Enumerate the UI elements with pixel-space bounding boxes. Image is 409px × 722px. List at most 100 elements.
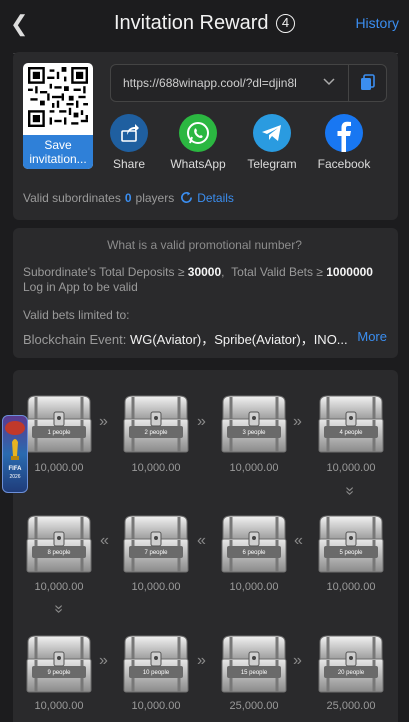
- page-title-text: Invitation Reward: [113, 12, 269, 34]
- chest-label: 6 people: [242, 550, 266, 556]
- chest-icon: [219, 394, 289, 456]
- qr-code-card[interactable]: Save invitation...: [23, 63, 93, 169]
- fifa-promo-badge[interactable]: FIFA 2026: [2, 415, 28, 493]
- reward-chest-6[interactable]: 6 people: [219, 514, 289, 576]
- details-link[interactable]: Details: [197, 191, 234, 205]
- reward-amount-4: 10,000.00: [326, 462, 376, 474]
- reward-chest-9[interactable]: 9 people: [24, 634, 94, 696]
- event-value: WG(Aviator)，Spribe(Aviator)，INO...: [129, 332, 348, 347]
- whatsapp-label: WhatsApp: [170, 157, 226, 171]
- chest-label: 10 people: [142, 670, 170, 676]
- invite-link-text: https://688winapp.cool/?dl=djin8l: [123, 76, 297, 90]
- reward-chest-12[interactable]: 20 people: [316, 634, 386, 696]
- count-badge: 4: [276, 14, 296, 33]
- double-chevron-down-icon: »: [50, 604, 68, 614]
- reward-chest-3[interactable]: 3 people: [219, 394, 289, 456]
- reward-amount-6: 10,000.00: [229, 581, 279, 593]
- save-invitation-button[interactable]: Save invitation...: [23, 135, 93, 169]
- double-chevron-left-icon: «: [100, 532, 109, 549]
- chest-label: 15 people: [240, 670, 268, 676]
- chest-icon: [219, 514, 289, 576]
- reward-amount-5: 10,000.00: [326, 581, 376, 593]
- chest-icon: [121, 634, 191, 696]
- chest-label: 2 people: [144, 430, 168, 436]
- chest-icon: [316, 514, 386, 576]
- facebook-icon: [325, 114, 363, 152]
- valid-subordinates-count: 0: [124, 191, 132, 205]
- event-label: Blockchain Event:: [23, 332, 127, 347]
- rule-requirements: Subordinate's Total Deposits ≥ 30000, To…: [23, 265, 373, 279]
- reward-amount-7: 10,000.00: [131, 581, 181, 593]
- reward-amount-12: 25,000.00: [326, 700, 376, 712]
- players-unit: players: [135, 191, 175, 205]
- rules-question: What is a valid promotional number?: [107, 238, 302, 252]
- chest-label: 7 people: [144, 550, 168, 556]
- history-link[interactable]: History: [355, 15, 399, 31]
- reward-chest-5[interactable]: 5 people: [316, 514, 386, 576]
- svg-text:FIFA: FIFA: [9, 466, 23, 472]
- share-option-share[interactable]: Share: [97, 114, 161, 171]
- chest-icon: [316, 394, 386, 456]
- login-requirement: Log in App to be valid: [23, 280, 138, 294]
- svg-text:2026: 2026: [9, 474, 20, 480]
- reward-amount-3: 10,000.00: [229, 462, 279, 474]
- bets-label: Total Valid Bets ≥: [231, 265, 323, 279]
- chest-label: 8 people: [47, 550, 71, 556]
- header-bar: ❮ Invitation Reward 4 History: [0, 0, 409, 48]
- qr-code: [28, 67, 88, 127]
- whatsapp-icon: [179, 114, 217, 152]
- share-option-whatsapp[interactable]: WhatsApp: [166, 114, 230, 171]
- double-chevron-right-icon: »: [197, 413, 206, 430]
- chest-icon: [24, 394, 94, 456]
- bets-value: 1000000: [326, 265, 373, 279]
- chest-icon: [121, 514, 191, 576]
- double-chevron-left-icon: «: [197, 532, 206, 549]
- double-chevron-left-icon: «: [294, 532, 303, 549]
- double-chevron-right-icon: »: [99, 413, 108, 430]
- chest-label: 1 people: [47, 430, 71, 436]
- share-option-telegram[interactable]: Telegram: [240, 114, 304, 171]
- double-chevron-right-icon: »: [293, 413, 302, 430]
- telegram-icon: [253, 114, 291, 152]
- chest-icon: [24, 634, 94, 696]
- valid-subordinates-label: Valid subordinates: [23, 191, 121, 205]
- more-link[interactable]: More: [357, 329, 387, 344]
- chest-label: 4 people: [339, 430, 363, 436]
- reward-amount-9: 10,000.00: [34, 700, 84, 712]
- reward-chest-11[interactable]: 15 people: [219, 634, 289, 696]
- double-chevron-right-icon: »: [99, 652, 108, 669]
- page-title: Invitation Reward 4: [0, 12, 409, 35]
- share-icon: [110, 114, 148, 152]
- reward-chest-7[interactable]: 7 people: [121, 514, 191, 576]
- reward-chest-1[interactable]: 1 people: [24, 394, 94, 456]
- share-option-facebook[interactable]: Facebook: [312, 114, 376, 171]
- reward-chest-2[interactable]: 2 people: [121, 394, 191, 456]
- chest-icon: [316, 634, 386, 696]
- chest-label: 5 people: [339, 550, 363, 556]
- reward-amount-10: 10,000.00: [131, 700, 181, 712]
- copy-button[interactable]: [348, 65, 386, 101]
- invite-link-field[interactable]: https://688winapp.cool/?dl=djin8l: [110, 64, 387, 102]
- double-chevron-right-icon: »: [293, 652, 302, 669]
- reward-chest-8[interactable]: 8 people: [24, 514, 94, 576]
- copy-icon: [361, 74, 375, 90]
- chest-label: 20 people: [337, 670, 365, 676]
- event-row: Blockchain Event: WG(Aviator)，Spribe(Avi…: [23, 329, 353, 348]
- deposits-value: 30000: [187, 265, 222, 279]
- reward-amount-8: 10,000.00: [34, 581, 84, 593]
- telegram-label: Telegram: [247, 157, 297, 171]
- chevron-down-icon[interactable]: [323, 75, 335, 87]
- chest-icon: [219, 634, 289, 696]
- double-chevron-down-icon: »: [341, 486, 359, 496]
- reward-chest-10[interactable]: 10 people: [121, 634, 191, 696]
- chest-label: 9 people: [47, 670, 71, 676]
- refresh-icon[interactable]: [180, 191, 193, 204]
- facebook-label: Facebook: [317, 157, 371, 171]
- trophy-icon: FIFA 2026: [5, 421, 25, 480]
- deposits-label: Subordinate's Total Deposits ≥: [23, 265, 185, 279]
- reward-amount-11: 25,000.00: [229, 700, 279, 712]
- reward-amount-2: 10,000.00: [131, 462, 181, 474]
- chest-icon: [24, 514, 94, 576]
- reward-chest-4[interactable]: 4 people: [316, 394, 386, 456]
- chest-label: 3 people: [242, 430, 266, 436]
